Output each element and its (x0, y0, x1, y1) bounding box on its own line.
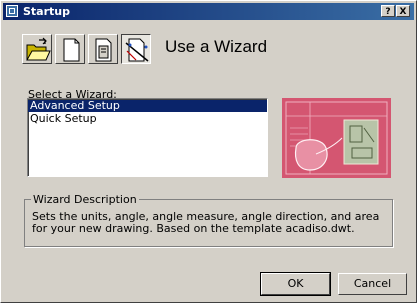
wizard-description-legend: Wizard Description (31, 193, 139, 206)
close-button[interactable]: X (396, 5, 410, 17)
wizard-preview-image (282, 98, 391, 178)
wizard-listbox[interactable]: Advanced Setup Quick Setup (27, 98, 268, 177)
use-wizard-icon (125, 38, 149, 62)
start-from-scratch-button[interactable] (55, 34, 85, 64)
open-drawing-button[interactable] (22, 34, 52, 64)
cancel-button[interactable]: Cancel (338, 273, 407, 295)
start-from-scratch-icon (63, 38, 80, 62)
page-heading: Use a Wizard (165, 37, 268, 56)
startup-dialog: Startup ? X Use a Wizard Select a Wizard… (0, 0, 417, 303)
open-drawing-icon (26, 37, 51, 61)
use-wizard-button[interactable] (121, 34, 151, 64)
window-title: Startup (23, 5, 70, 18)
list-item-quick-setup[interactable]: Quick Setup (28, 113, 267, 125)
help-button[interactable]: ? (381, 5, 395, 17)
list-item-advanced-setup[interactable]: Advanced Setup (28, 100, 267, 112)
use-template-icon (95, 38, 112, 62)
autocad-app-icon (6, 5, 18, 17)
use-template-button[interactable] (88, 34, 118, 64)
wizard-description-text: Sets the units, angle, angle measure, an… (32, 210, 380, 235)
wizard-description-group: Wizard Description Sets the units, angle… (24, 193, 393, 247)
ok-button[interactable]: OK (260, 272, 331, 296)
title-bar[interactable]: Startup ? X (3, 3, 414, 20)
